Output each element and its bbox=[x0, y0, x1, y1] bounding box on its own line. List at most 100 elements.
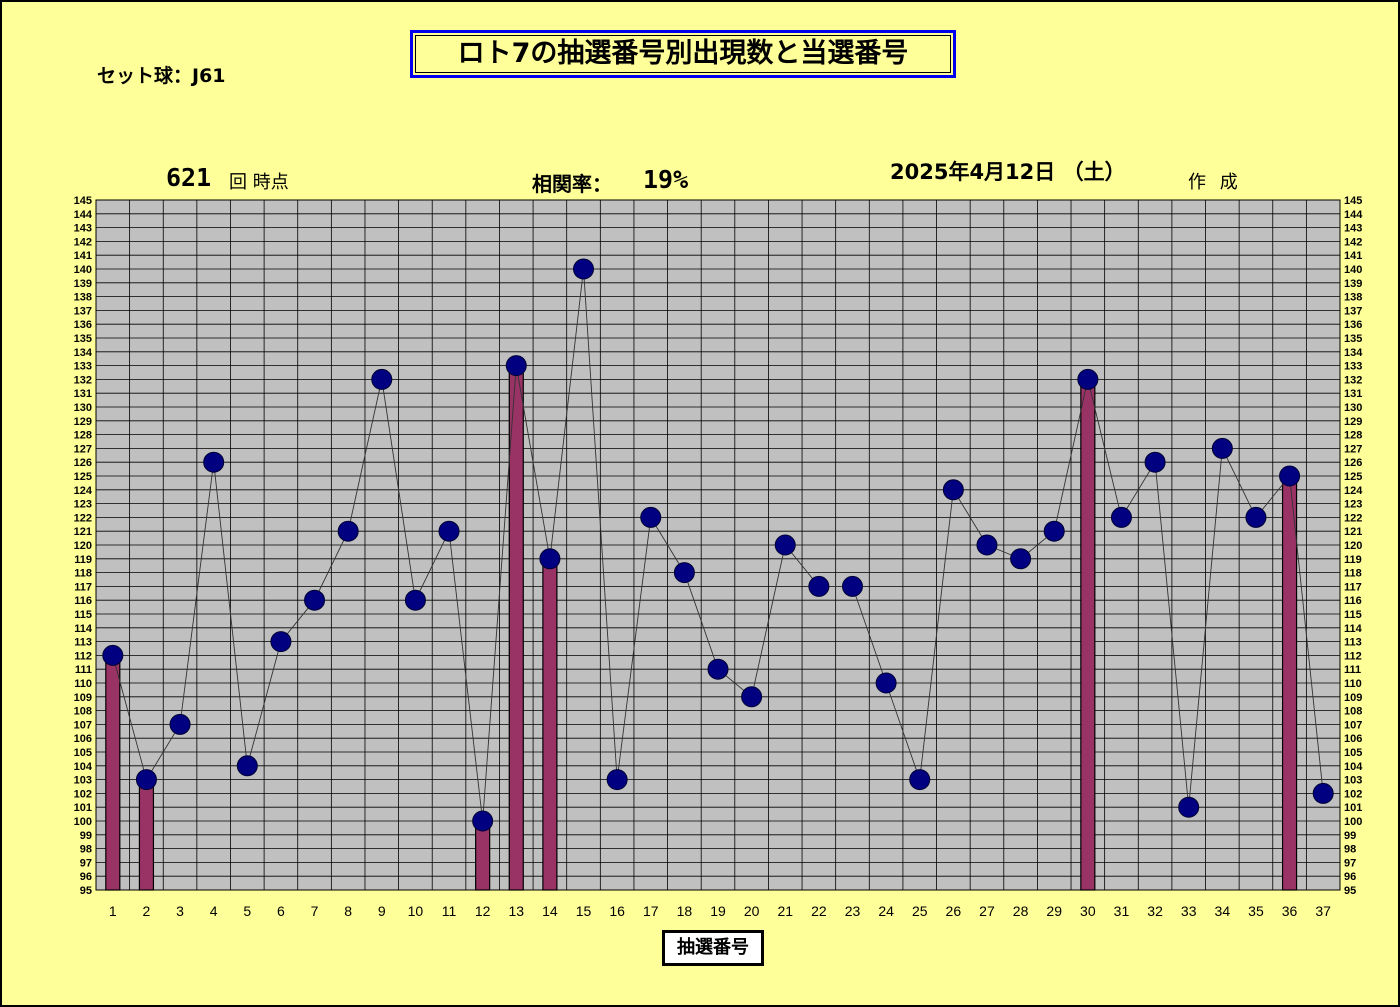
y-tick-label-right: 130 bbox=[1344, 402, 1362, 414]
x-tick-label: 18 bbox=[677, 903, 693, 919]
data-point bbox=[102, 644, 124, 666]
data-point bbox=[1312, 782, 1334, 804]
data-point bbox=[1178, 796, 1200, 818]
x-tick-label: 28 bbox=[1013, 903, 1029, 919]
y-tick-label-right: 137 bbox=[1344, 305, 1362, 317]
data-point bbox=[203, 451, 225, 473]
x-tick-label: 34 bbox=[1215, 903, 1231, 919]
y-tick-label-right: 97 bbox=[1344, 857, 1356, 869]
x-tick-label: 33 bbox=[1181, 903, 1197, 919]
data-point bbox=[472, 810, 494, 832]
winning-bar bbox=[1080, 378, 1096, 891]
y-tick-label-right: 138 bbox=[1344, 292, 1362, 304]
x-tick-label: 5 bbox=[243, 903, 251, 919]
y-tick-label-right: 111 bbox=[1344, 664, 1361, 676]
winning-bar bbox=[105, 654, 121, 891]
y-tick-label-left: 124 bbox=[74, 485, 93, 497]
x-tick-label: 29 bbox=[1046, 903, 1062, 919]
x-tick-label: 22 bbox=[811, 903, 827, 919]
x-tick-label: 15 bbox=[576, 903, 592, 919]
y-tick-label-left: 105 bbox=[74, 747, 92, 759]
data-point bbox=[573, 258, 595, 280]
x-tick-label: 16 bbox=[609, 903, 625, 919]
x-tick-label: 11 bbox=[442, 903, 457, 919]
x-tick-label: 14 bbox=[542, 903, 558, 919]
y-tick-label-right: 127 bbox=[1344, 443, 1362, 455]
data-point bbox=[337, 520, 359, 542]
y-tick-label-right: 129 bbox=[1344, 416, 1362, 428]
y-tick-label-left: 116 bbox=[74, 595, 92, 607]
data-point bbox=[1110, 506, 1132, 528]
y-tick-label-left: 135 bbox=[74, 333, 92, 345]
y-tick-label-left: 139 bbox=[74, 278, 92, 290]
y-tick-label-right: 125 bbox=[1344, 471, 1362, 483]
y-tick-label-right: 104 bbox=[1344, 761, 1363, 773]
y-tick-label-right: 126 bbox=[1344, 457, 1362, 469]
y-tick-label-right: 103 bbox=[1344, 775, 1362, 787]
y-tick-label-left: 141 bbox=[74, 250, 92, 262]
winning-bar bbox=[1281, 475, 1298, 891]
y-tick-label-left: 122 bbox=[74, 512, 92, 524]
y-tick-label-right: 108 bbox=[1344, 706, 1362, 718]
x-tick-label: 10 bbox=[408, 903, 424, 919]
y-tick-label-left: 107 bbox=[74, 719, 92, 731]
y-tick-label-left: 109 bbox=[74, 692, 92, 704]
x-tick-label: 37 bbox=[1315, 903, 1331, 919]
chart-plot: 95 9596 9697 9798 9899 99100 100101 101102 10210… bbox=[74, 195, 1364, 919]
y-tick-label-right: 143 bbox=[1344, 223, 1362, 235]
y-tick-label-right: 96 bbox=[1344, 871, 1356, 883]
y-tick-label-left: 96 bbox=[80, 871, 92, 883]
data-point bbox=[909, 769, 931, 791]
data-point bbox=[438, 520, 460, 542]
y-tick-label-left: 134 bbox=[74, 347, 93, 359]
x-tick-label: 17 bbox=[643, 903, 659, 919]
y-tick-label-left: 121 bbox=[74, 526, 92, 538]
x-tick-label: 23 bbox=[845, 903, 861, 919]
y-tick-label-right: 117 bbox=[1344, 581, 1362, 593]
y-tick-label-right: 106 bbox=[1344, 733, 1362, 745]
y-tick-label-left: 138 bbox=[74, 292, 92, 304]
y-tick-label-right: 109 bbox=[1344, 692, 1362, 704]
x-tick-label: 25 bbox=[912, 903, 928, 919]
y-tick-label-left: 100 bbox=[74, 816, 92, 828]
y-tick-label-right: 142 bbox=[1344, 236, 1362, 248]
y-tick-label-left: 117 bbox=[74, 581, 92, 593]
y-tick-label-right: 132 bbox=[1344, 374, 1362, 386]
data-point bbox=[1211, 437, 1233, 459]
x-tick-label: 6 bbox=[277, 903, 285, 919]
y-tick-label-left: 145 bbox=[74, 195, 92, 207]
y-tick-label-right: 139 bbox=[1344, 278, 1362, 290]
x-tick-label: 9 bbox=[378, 903, 386, 919]
data-point bbox=[505, 355, 527, 377]
winning-bar bbox=[138, 778, 155, 891]
data-point bbox=[1279, 465, 1301, 487]
y-tick-label-left: 119 bbox=[74, 554, 92, 566]
y-tick-label-left: 115 bbox=[74, 609, 92, 621]
y-tick-label-right: 102 bbox=[1344, 788, 1362, 800]
y-tick-label-left: 130 bbox=[74, 402, 92, 414]
x-tick-label: 24 bbox=[878, 903, 894, 919]
y-tick-label-right: 113 bbox=[1344, 637, 1362, 649]
data-point bbox=[841, 575, 863, 597]
x-tick-label: 35 bbox=[1248, 903, 1264, 919]
y-tick-label-left: 104 bbox=[74, 761, 93, 773]
x-tick-label: 1 bbox=[109, 903, 117, 919]
y-tick-label-right: 101 bbox=[1344, 802, 1362, 814]
y-tick-label-left: 126 bbox=[74, 457, 92, 469]
y-tick-label-right: 145 bbox=[1344, 195, 1362, 207]
y-tick-label-right: 133 bbox=[1344, 361, 1362, 373]
y-tick-label-right: 110 bbox=[1344, 678, 1362, 690]
x-tick-label: 8 bbox=[344, 903, 352, 919]
y-tick-label-left: 128 bbox=[74, 430, 92, 442]
y-tick-label-right: 141 bbox=[1344, 250, 1362, 262]
data-point bbox=[135, 769, 157, 791]
x-tick-label: 21 bbox=[777, 903, 793, 919]
x-axis-label: 抽選番号 bbox=[662, 930, 764, 966]
y-tick-label-right: 144 bbox=[1344, 209, 1363, 221]
data-point bbox=[404, 589, 426, 611]
x-tick-label: 20 bbox=[744, 903, 760, 919]
data-point bbox=[539, 548, 561, 570]
x-tick-label: 7 bbox=[311, 903, 319, 919]
y-tick-label-left: 142 bbox=[74, 236, 92, 248]
x-tick-label: 2 bbox=[143, 903, 151, 919]
